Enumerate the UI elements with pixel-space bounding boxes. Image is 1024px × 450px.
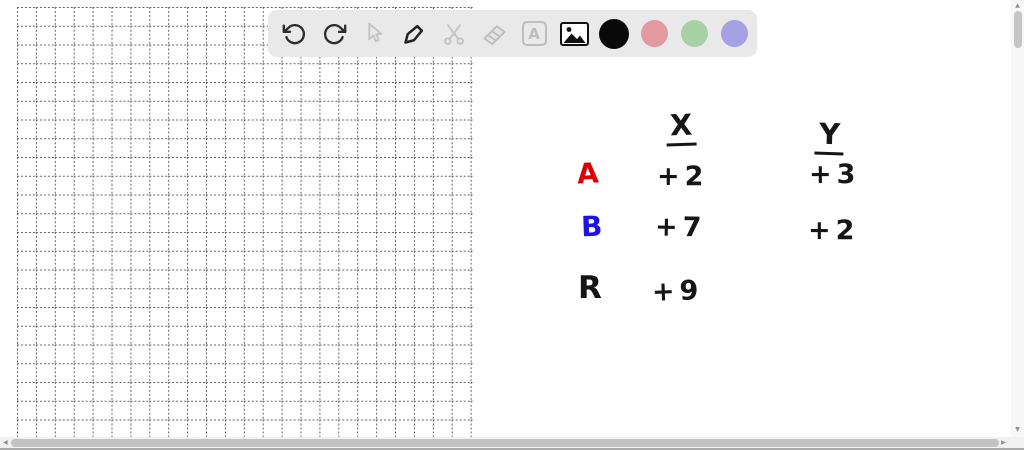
text-tool-button[interactable]: A [514, 14, 554, 54]
horizontal-scrollbar-thumb[interactable] [11, 438, 999, 447]
handwritten-value-b-x: +7 [654, 211, 707, 244]
handwritten-value-b-y: +2 [808, 215, 860, 246]
drawing-canvas-grid[interactable] [17, 7, 473, 438]
color-swatch-black[interactable] [594, 14, 634, 54]
scroll-right-arrow-icon[interactable]: ▶ [1001, 437, 1006, 448]
scrollbar-corner [1011, 437, 1024, 448]
green-color-icon [680, 20, 708, 47]
redo-icon [323, 23, 346, 45]
pen-icon [403, 24, 423, 44]
redo-button[interactable] [314, 14, 354, 54]
purple-color-icon [720, 20, 748, 47]
handwritten-row-label-b: B [580, 209, 603, 244]
grid-pattern [17, 7, 473, 438]
pointer-icon [367, 22, 382, 43]
text-icon-glyph: A [528, 24, 540, 43]
vertical-scrollbar[interactable]: ▲ ▼ [1011, 0, 1024, 437]
scissors-tool-button[interactable] [434, 14, 474, 54]
image-icon [559, 21, 589, 46]
handwritten-value-a-x: +2 [657, 161, 709, 192]
pointer-tool-button[interactable] [354, 14, 394, 54]
image-tool-button[interactable] [554, 14, 594, 54]
eraser-icon [482, 25, 506, 46]
color-swatch-purple[interactable] [714, 14, 754, 54]
handwritten-row-label-a: A [576, 156, 600, 191]
whiteboard-app: A X Y A +2 +3 B +7 +2 R +9 ▲ ▼ ◀ ▶ [0, 0, 1024, 450]
eraser-tool-button[interactable] [474, 14, 514, 54]
text-icon: A [521, 21, 547, 46]
red-color-icon [640, 20, 668, 47]
handwritten-column-header-x: X [665, 107, 698, 147]
horizontal-scrollbar[interactable]: ◀ ▶ [0, 437, 1011, 448]
vertical-scrollbar-thumb[interactable] [1013, 11, 1022, 48]
toolbar: A [268, 10, 757, 57]
handwritten-row-label-r: R [578, 270, 602, 306]
undo-button[interactable] [274, 14, 314, 54]
black-color-icon [599, 18, 629, 49]
undo-icon [282, 23, 305, 45]
image-icon-art [563, 26, 585, 43]
handwritten-value-a-y: +3 [809, 159, 861, 190]
scroll-left-arrow-icon[interactable]: ◀ [3, 437, 8, 448]
scissors-icon [444, 23, 464, 45]
color-swatch-red[interactable] [634, 14, 674, 54]
handwritten-value-r-x: +9 [651, 275, 704, 308]
handwritten-column-header-y: Y [814, 116, 845, 156]
scroll-down-arrow-icon[interactable]: ▼ [1011, 425, 1024, 434]
color-swatch-green[interactable] [674, 14, 714, 54]
scroll-up-arrow-icon[interactable]: ▲ [1011, 1, 1024, 10]
pen-tool-button[interactable] [394, 14, 434, 54]
